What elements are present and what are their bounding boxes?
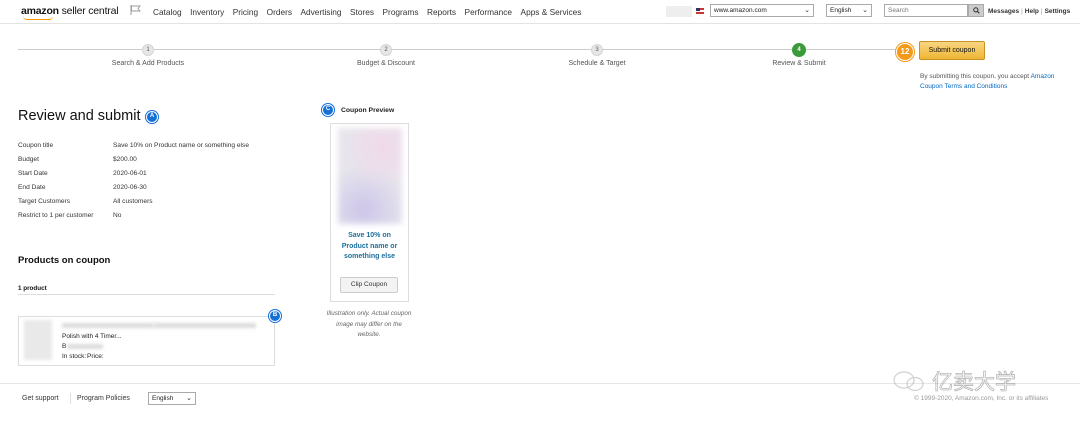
chevron-down-icon: ⌄	[186, 395, 192, 402]
divider	[18, 294, 275, 295]
detail-label-target-customers: Target Customers	[18, 198, 71, 205]
terms-text: By submitting this coupon, you accept Am…	[920, 72, 1070, 92]
products-section-title: Products on coupon	[18, 255, 111, 266]
marketplace-select[interactable]: www.amazon.com ⌄	[710, 4, 814, 17]
help-link[interactable]: Help	[1025, 8, 1039, 15]
detail-value-target-customers: All customers	[113, 198, 153, 205]
clip-coupon-button[interactable]: Clip Coupon	[340, 277, 398, 293]
page-title: Review and submit	[18, 108, 141, 124]
product-count: 1 product	[18, 285, 47, 292]
copyright-text: © 1999-2020, Amazon.com, Inc. or its aff…	[914, 395, 1049, 402]
stock-label: In stock:	[62, 353, 87, 360]
redacted-product-title	[62, 323, 154, 328]
annotation-badge-12: 12	[896, 43, 914, 61]
flag-icon[interactable]	[130, 5, 142, 15]
detail-value-coupon-title: Save 10% on Product name or something el…	[113, 142, 249, 149]
top-links: Messages | Help | Settings	[988, 8, 1071, 15]
detail-value-end-date: 2020-06-30	[113, 184, 147, 191]
step-1-circle: 1	[142, 44, 154, 56]
settings-link[interactable]: Settings	[1045, 8, 1071, 15]
program-policies-link[interactable]: Program Policies	[77, 395, 130, 402]
annotation-marker-b: B	[269, 310, 281, 322]
coupon-preview-title: Coupon Preview	[341, 107, 395, 114]
seller-central-logo[interactable]: amazon seller central	[21, 5, 119, 20]
annotation-marker-c: C	[322, 104, 334, 116]
nav-performance[interactable]: Performance	[465, 7, 513, 17]
chevron-down-icon: ⌄	[804, 7, 810, 14]
redacted-asin	[67, 344, 103, 349]
redacted-product-title-2	[154, 323, 256, 328]
nav-advertising[interactable]: Advertising	[300, 7, 341, 17]
language-select[interactable]: English ⌄	[826, 4, 872, 17]
nav-reports[interactable]: Reports	[427, 7, 456, 17]
product-asin: B	[62, 343, 66, 350]
step-3-label: Schedule & Target	[568, 60, 626, 67]
detail-label-end-date: End Date	[18, 184, 46, 191]
preview-disclaimer: Illustration only. Actual coupon image m…	[326, 310, 412, 338]
watermark-text: 亿卖大学	[932, 370, 1016, 394]
detail-value-start-date: 2020-06-01	[113, 170, 147, 177]
marketplace-value: www.amazon.com	[714, 7, 767, 14]
get-support-link[interactable]: Get support	[22, 395, 59, 402]
step-1-label: Search & Add Products	[111, 60, 185, 67]
terms-prefix: By submitting this coupon, you accept	[920, 73, 1031, 80]
step-3-circle: 3	[591, 44, 603, 56]
detail-label-start-date: Start Date	[18, 170, 48, 177]
detail-value-restrict: No	[113, 212, 122, 219]
messages-link[interactable]: Messages	[988, 8, 1019, 15]
detail-label-budget: Budget	[18, 156, 39, 163]
nav-pricing[interactable]: Pricing	[233, 7, 258, 17]
coupon-preview-text: Save 10% on Product name or something el…	[341, 232, 398, 260]
search-input[interactable]: Search	[884, 4, 968, 17]
nav-stores[interactable]: Stores	[350, 7, 374, 17]
asin-prefix: B	[62, 343, 67, 350]
logo-sub: seller central	[61, 5, 119, 17]
step-2-circle: 2	[380, 44, 392, 56]
main-nav: Catalog Inventory Pricing Orders Adverti…	[153, 7, 590, 17]
amazon-smile-icon	[23, 16, 53, 20]
step-2-label: Budget & Discount	[357, 60, 415, 67]
footer-language-select[interactable]: English ⌄	[148, 392, 196, 405]
language-value: English	[830, 7, 852, 14]
search-button[interactable]	[968, 4, 984, 17]
us-flag-icon	[696, 8, 704, 14]
redacted-account-name	[666, 6, 692, 17]
step-4-circle: 4	[792, 43, 806, 57]
step-4-label: Review & Submit	[772, 60, 826, 67]
nav-apps-services[interactable]: Apps & Services	[521, 7, 582, 17]
submit-coupon-button[interactable]: Submit coupon	[919, 41, 985, 60]
nav-inventory[interactable]: Inventory	[190, 7, 224, 17]
detail-label-coupon-title: Coupon title	[18, 142, 54, 149]
price-label: Price:	[87, 353, 104, 360]
search-icon	[972, 7, 980, 14]
annotation-marker-a: A	[146, 111, 158, 123]
nav-programs[interactable]: Programs	[383, 7, 419, 17]
coupon-product-image	[338, 128, 402, 224]
product-name: Polish with 4 Timer...	[62, 333, 122, 340]
nav-catalog[interactable]: Catalog	[153, 7, 182, 17]
chevron-down-icon: ⌄	[862, 7, 868, 14]
wechat-watermark: 亿卖大学	[893, 370, 1016, 394]
detail-value-budget: $200.00	[113, 156, 137, 163]
detail-label-restrict: Restrict to 1 per customer	[18, 212, 94, 219]
footer-separator	[70, 393, 71, 404]
product-thumbnail	[24, 320, 52, 360]
nav-orders[interactable]: Orders	[267, 7, 292, 17]
footer-language-value: English	[152, 395, 174, 402]
search-placeholder: Search	[888, 7, 909, 14]
